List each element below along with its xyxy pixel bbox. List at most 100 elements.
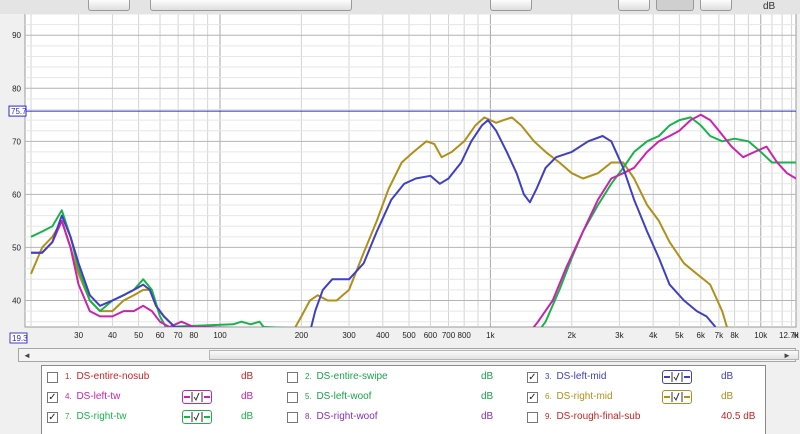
measurement-label: DS-right-tw (73, 411, 127, 422)
toolbar-button[interactable] (150, 0, 352, 11)
toolbar-button[interactable] (656, 0, 694, 11)
measurement-index: 8. (305, 412, 312, 421)
visibility-checkbox[interactable] (527, 412, 538, 423)
legend-item[interactable]: ✓ 6. DS-right-mid dB (527, 388, 762, 408)
legend-item[interactable]: ✓ 7. DS-right-tw dB (47, 408, 282, 428)
visibility-checkbox[interactable] (287, 372, 298, 383)
legend-row: 1. DS-entire-nosub dB 2. DS-entire-swipe dB… (42, 368, 765, 388)
x-tick-label: 100 (213, 331, 227, 340)
x-tick-label: 50 (134, 331, 143, 340)
toolbar-button[interactable] (618, 0, 650, 11)
measurement-name: 1. DS-entire-nosub (65, 371, 149, 382)
y-tick-label: 40 (12, 296, 21, 305)
curve-style-icon[interactable] (182, 390, 212, 404)
measurement-name: 3. DS-left-mid (545, 371, 606, 382)
measurement-unit: dB (481, 411, 494, 422)
measurement-label: DS-entire-swipe (313, 371, 388, 382)
measurement-index: 2. (305, 372, 312, 381)
x-tick-label: 200 (295, 331, 309, 340)
measurement-index: 6. (545, 392, 552, 401)
x-tick-label: 10k (754, 331, 768, 340)
x-tick-label: 3k (615, 331, 624, 340)
y-unit-label: dB (763, 1, 776, 12)
visibility-checkbox[interactable] (287, 412, 298, 423)
visibility-checkbox[interactable]: ✓ (527, 372, 538, 383)
y-tick-label: 90 (12, 31, 21, 40)
visibility-checkbox[interactable] (47, 372, 58, 383)
toolbar: dB (0, 0, 800, 15)
x-tick-label: 600 (424, 331, 438, 340)
measurement-label: DS-left-mid (553, 371, 607, 382)
measurement-index: 4. (65, 392, 72, 401)
measurement-name: 5. DS-left-woof (305, 391, 371, 402)
measurement-index: 1. (65, 372, 72, 381)
toolbar-button[interactable] (700, 0, 732, 11)
visibility-checkbox[interactable]: ✓ (47, 412, 58, 423)
reference-label: 75.7 (11, 107, 27, 116)
measurement-label: DS-left-tw (73, 391, 121, 402)
measurement-name: 7. DS-right-tw (65, 411, 126, 422)
measurement-index: 5. (305, 392, 312, 401)
scroll-left-arrow[interactable]: ◄ (20, 350, 34, 361)
x-tick-label: 5k (675, 331, 684, 340)
visibility-checkbox[interactable]: ✓ (47, 392, 58, 403)
legend-item[interactable]: 1. DS-entire-nosub dB (47, 368, 282, 388)
measurement-unit: dB (481, 391, 494, 402)
legend-item[interactable]: 9. DS-rough-final-sub 40.5 dB (527, 408, 762, 428)
measurement-name: 9. DS-rough-final-sub (545, 411, 640, 422)
measurement-label: DS-left-woof (313, 391, 372, 402)
visibility-checkbox[interactable] (287, 392, 298, 403)
x-tick-label: 60 (156, 331, 165, 340)
legend-item[interactable]: ✓ 4. DS-left-tw dB (47, 388, 282, 408)
frequency-response-chart[interactable]: 30 40 50 60 70 80 100 200 300 400 500 600 700 800 1k 2k… (0, 14, 800, 348)
measurement-label: DS-entire-nosub (73, 371, 150, 382)
visibility-checkbox[interactable]: ✓ (527, 392, 538, 403)
x-tick-label: 6k (697, 331, 706, 340)
measurement-name: 4. DS-left-tw (65, 391, 120, 402)
x-tick-label: 700 (442, 331, 456, 340)
legend-item[interactable]: ✓ 3. DS-left-mid dB (527, 368, 762, 388)
y-min-readout: 19.3 (12, 334, 28, 343)
x-tick-label: 500 (402, 331, 416, 340)
measurement-unit: dB (721, 391, 734, 402)
y-tick-label: 50 (12, 243, 21, 252)
legend-item[interactable]: 2. DS-entire-swipe dB (287, 368, 522, 388)
measurement-label: DS-right-woof (313, 411, 378, 422)
toolbar-button[interactable] (88, 0, 130, 11)
measurement-unit: dB (481, 371, 494, 382)
x-tick-label: 4k (649, 331, 658, 340)
y-tick-label: 80 (12, 84, 21, 93)
legend-item[interactable]: 8. DS-right-woof dB (287, 408, 522, 428)
measurement-unit: dB (241, 371, 254, 382)
x-tick-label: 400 (376, 331, 390, 340)
measurement-index: 3. (545, 372, 552, 381)
scroll-thumb[interactable] (209, 350, 799, 360)
x-tick-label: 1k (486, 331, 495, 340)
curve-style-icon[interactable] (182, 410, 212, 424)
measurement-unit: dB (241, 411, 254, 422)
legend-item[interactable]: 5. DS-left-woof dB (287, 388, 522, 408)
scroll-right-arrow[interactable]: ► (780, 350, 794, 361)
curve-style-icon[interactable] (662, 390, 692, 404)
x-tick-label: 7k (715, 331, 724, 340)
measurement-name: 2. DS-entire-swipe (305, 371, 388, 382)
toolbar-button[interactable] (490, 0, 532, 11)
x-tick-label: 70 (174, 331, 183, 340)
x-tick-label: 30 (74, 331, 83, 340)
y-tick-label: 70 (12, 137, 21, 146)
x-unit-label: H (793, 331, 799, 340)
measurement-name: 6. DS-right-mid (545, 391, 613, 402)
legend-row: ✓ 4. DS-left-tw dB 5. DS-left-woof dB ✓ 6. DS-… (42, 388, 765, 408)
measurement-name: 8. DS-right-woof (305, 411, 378, 422)
measurement-unit: dB (241, 391, 254, 402)
x-tick-label: 80 (189, 331, 198, 340)
curve-style-icon[interactable] (662, 370, 692, 384)
measurement-legend: 1. DS-entire-nosub dB 2. DS-entire-swipe dB… (41, 365, 766, 434)
x-tick-label: 8k (730, 331, 739, 340)
measurement-unit: 40.5 dB (721, 411, 756, 422)
measurement-index: 9. (545, 412, 552, 421)
x-tick-label: 40 (108, 331, 117, 340)
x-tick-label: 800 (458, 331, 472, 340)
measurement-unit: dB (721, 371, 734, 382)
horizontal-scrollbar[interactable]: ◄ ► (18, 348, 799, 362)
